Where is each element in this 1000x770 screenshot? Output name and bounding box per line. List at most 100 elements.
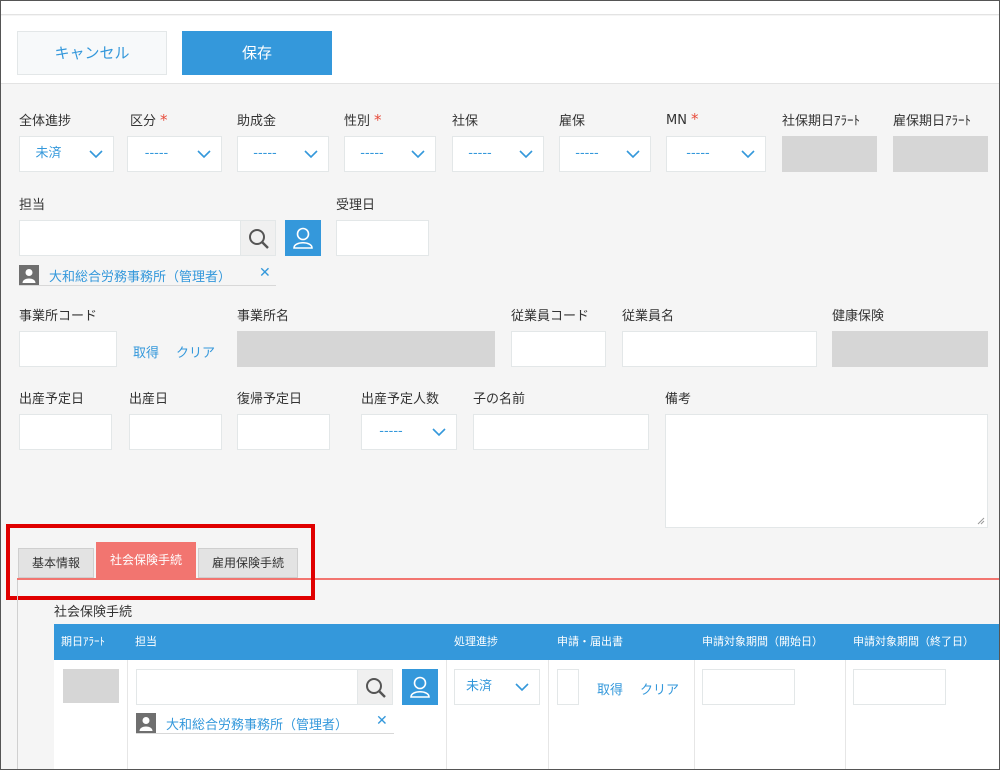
column-header: 担当 (135, 635, 157, 648)
employee-name-input[interactable] (622, 331, 817, 367)
chevron-down-icon (411, 150, 425, 159)
health-insurance-field (832, 331, 988, 367)
category-label: 区分 * (130, 111, 168, 129)
received-date-label: 受理日 (336, 198, 376, 213)
selected-value: ----- (379, 424, 403, 439)
chevron-down-icon (89, 150, 103, 159)
chevron-down-icon (432, 428, 446, 437)
row-get-link[interactable]: 取得 (597, 679, 623, 698)
row-form-input[interactable] (557, 669, 579, 705)
office-code-label: 事業所コード (19, 309, 98, 324)
row-assignee-chip-name: 大和総合労務事務所（管理者） (166, 718, 349, 733)
selected-value: ----- (468, 146, 492, 161)
overall-progress-label: 全体進捗 (19, 114, 72, 129)
mn-select[interactable]: ----- (666, 136, 766, 172)
record-edit-screen: キャンセル 保存 全体進捗 区分 * 助成金 性別 * 社保 雇保 MN * 社保期日… (0, 0, 1000, 770)
office-clear-link[interactable]: クリア (176, 342, 215, 361)
employee-code-input[interactable] (511, 331, 606, 367)
employment-insurance-label: 雇保 (559, 114, 586, 129)
selected-value: ----- (360, 146, 384, 161)
notes-textarea[interactable] (665, 414, 988, 528)
selected-value: ----- (575, 146, 599, 161)
row-clear-link[interactable]: クリア (640, 679, 679, 698)
selected-value: ----- (686, 146, 710, 161)
notes-label: 備考 (665, 392, 692, 407)
gender-select[interactable]: ----- (344, 136, 436, 172)
row-assignee-search-button[interactable] (357, 669, 393, 705)
row-assignee-user-picker-button[interactable] (402, 669, 438, 705)
search-icon (366, 678, 386, 698)
save-button[interactable]: 保存 (182, 31, 332, 75)
assignee-label: 担当 (19, 198, 46, 213)
mn-label: MN * (666, 110, 699, 128)
office-name-label: 事業所名 (237, 309, 290, 324)
avatar (19, 265, 39, 285)
required-mark: * (160, 111, 168, 129)
row-period-start-input[interactable] (702, 669, 795, 705)
employee-name-label: 従業員名 (622, 309, 675, 324)
due-date-label: 出産予定日 (19, 392, 85, 407)
remove-assignee-icon[interactable]: ✕ (259, 265, 271, 281)
column-header: 申請対象期間（開始日） (702, 635, 823, 648)
required-mark: * (690, 110, 699, 128)
column-divider (446, 660, 447, 769)
row-period-end-input[interactable] (853, 669, 946, 705)
required-mark: * (374, 111, 382, 129)
expected-children-label: 出産予定人数 (361, 392, 440, 407)
assignee-search-button[interactable] (240, 220, 276, 256)
row-due-alert-field (63, 669, 119, 703)
column-header: 申請・届出書 (557, 635, 623, 648)
resize-handle-icon[interactable] (977, 517, 985, 525)
social-insurance-select[interactable]: ----- (452, 136, 544, 172)
row-assignee-chip: 大和総合労務事務所（管理者） ✕ (136, 712, 394, 734)
user-silhouette-icon (22, 269, 36, 283)
cancel-button[interactable]: キャンセル (17, 31, 167, 75)
column-divider (694, 660, 695, 769)
assignee-search-input[interactable] (19, 220, 241, 256)
assignee-chip-name: 大和総合労務事務所（管理者） (49, 270, 232, 285)
social-due-alert-label: 社保期日ｱﾗｰﾄ (782, 114, 861, 129)
expected-children-select[interactable]: ----- (361, 414, 457, 450)
column-divider (548, 660, 549, 769)
child-name-input[interactable] (473, 414, 649, 450)
assignee-user-picker-button[interactable] (285, 220, 321, 256)
employee-code-label: 従業員コード (511, 309, 590, 324)
office-code-input[interactable] (19, 331, 117, 367)
column-header: 期日ｱﾗｰﾄ (61, 635, 105, 648)
employment-due-alert-field (893, 136, 988, 172)
user-icon (293, 227, 313, 249)
social-insurance-label: 社保 (452, 114, 479, 129)
birth-date-label: 出産日 (129, 392, 169, 407)
office-name-field (237, 331, 495, 367)
chevron-down-icon (519, 150, 533, 159)
overall-progress-select[interactable]: 未済 (19, 136, 114, 172)
employment-insurance-select[interactable]: ----- (559, 136, 651, 172)
user-silhouette-icon (139, 717, 153, 731)
column-header: 処理進捗 (454, 635, 498, 648)
top-strip (1, 1, 999, 15)
subsidy-select[interactable]: ----- (237, 136, 329, 172)
column-divider (127, 660, 128, 769)
chevron-down-icon (515, 683, 529, 692)
remove-assignee-icon[interactable]: ✕ (376, 713, 388, 729)
due-date-input[interactable] (19, 414, 112, 450)
row-progress-select[interactable]: 未済 (454, 669, 540, 705)
table-header: 期日ｱﾗｰﾄ 担当 処理進捗 申請・届出書 申請対象期間（開始日） 申請対象期間… (54, 624, 999, 660)
column-header: 申請対象期間（終了日） (853, 635, 974, 648)
selected-value: 未済 (465, 679, 492, 694)
avatar (136, 713, 156, 733)
child-name-label: 子の名前 (473, 392, 526, 407)
return-date-input[interactable] (237, 414, 330, 450)
search-icon (249, 229, 269, 249)
row-assignee-search-input[interactable] (136, 669, 358, 705)
birth-date-input[interactable] (129, 414, 222, 450)
employment-due-alert-label: 雇保期日ｱﾗｰﾄ (893, 114, 972, 129)
user-icon (410, 676, 430, 698)
gender-label: 性別 * (344, 111, 382, 129)
toolbar: キャンセル 保存 (1, 16, 999, 84)
office-get-link[interactable]: 取得 (133, 342, 159, 361)
assignee-chip: 大和総合労務事務所（管理者） ✕ (19, 264, 276, 286)
category-select[interactable]: ----- (127, 136, 222, 172)
received-date-input[interactable] (336, 220, 429, 256)
chevron-down-icon (197, 150, 211, 159)
